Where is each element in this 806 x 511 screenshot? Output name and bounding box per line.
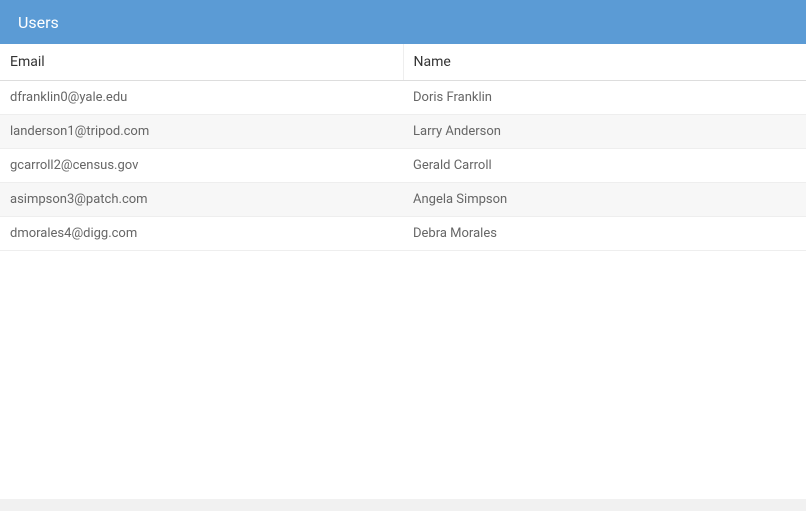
cell-email: gcarroll2@census.gov [0,149,403,183]
cell-email: landerson1@tripod.com [0,115,403,149]
page-title: Users [18,13,59,32]
footer-bar [0,499,806,511]
page-header: Users [0,0,806,44]
table-row[interactable]: dmorales4@digg.com Debra Morales [0,217,806,251]
cell-name: Gerald Carroll [403,149,806,183]
table-row[interactable]: landerson1@tripod.com Larry Anderson [0,115,806,149]
table-row[interactable]: dfranklin0@yale.edu Doris Franklin [0,81,806,115]
cell-email: dfranklin0@yale.edu [0,81,403,115]
cell-email: dmorales4@digg.com [0,217,403,251]
cell-name: Doris Franklin [403,81,806,115]
table-row[interactable]: asimpson3@patch.com Angela Simpson [0,183,806,217]
table-header: Email Name [0,44,806,81]
cell-name: Angela Simpson [403,183,806,217]
table-row[interactable]: gcarroll2@census.gov Gerald Carroll [0,149,806,183]
column-header-name[interactable]: Name [403,44,806,81]
cell-email: asimpson3@patch.com [0,183,403,217]
column-header-email[interactable]: Email [0,44,403,81]
cell-name: Debra Morales [403,217,806,251]
table-body: dfranklin0@yale.edu Doris Franklin lande… [0,81,806,251]
users-table: Email Name dfranklin0@yale.edu Doris Fra… [0,44,806,251]
cell-name: Larry Anderson [403,115,806,149]
